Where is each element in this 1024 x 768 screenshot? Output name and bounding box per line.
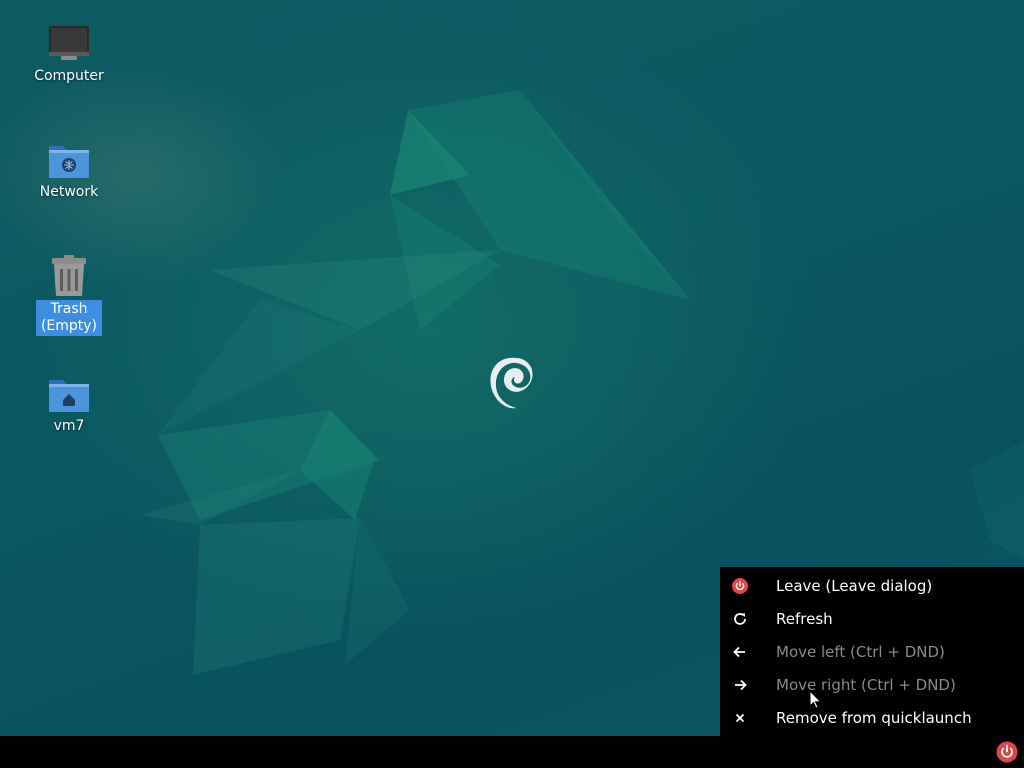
menu-item-label: Remove from quicklaunch [776, 708, 972, 727]
quicklaunch-context-menu: Leave (Leave dialog) Refresh Move left (… [720, 567, 1024, 736]
menu-item-move-left[interactable]: Move left (Ctrl + DND) [720, 635, 1024, 668]
refresh-icon [732, 611, 748, 627]
desktop-icon-network[interactable]: Network [24, 138, 114, 201]
menu-item-refresh[interactable]: Refresh [720, 602, 1024, 635]
desktop-icon-label: vm7 [53, 418, 85, 434]
menu-item-move-right[interactable]: Move right (Ctrl + DND) [720, 668, 1024, 701]
close-icon [732, 710, 748, 726]
network-folder-icon [47, 138, 91, 182]
power-icon [996, 741, 1018, 763]
menu-item-leave[interactable]: Leave (Leave dialog) [720, 569, 1024, 602]
desktop-icon-trash[interactable]: Trash (Empty) [34, 254, 104, 336]
menu-item-label: Move left (Ctrl + DND) [776, 642, 945, 661]
desktop-icon-label: Network [39, 184, 99, 200]
quicklaunch-power-button[interactable] [996, 741, 1018, 763]
desktop-icon-label: Trash (Empty) [36, 300, 102, 336]
arrow-right-icon [732, 677, 748, 693]
menu-item-label: Move right (Ctrl + DND) [776, 675, 956, 694]
bottom-panel [0, 736, 1024, 768]
arrow-left-icon [732, 644, 748, 660]
computer-icon [47, 22, 91, 66]
trash-icon [47, 254, 91, 298]
desktop-icon-label: Computer [34, 68, 104, 84]
desktop-icon-home[interactable]: vm7 [24, 372, 114, 435]
menu-item-remove-from-quicklaunch[interactable]: Remove from quicklaunch [720, 701, 1024, 734]
power-icon [732, 577, 748, 594]
menu-item-label: Refresh [776, 609, 833, 628]
menu-item-label: Leave (Leave dialog) [776, 576, 933, 595]
home-folder-icon [47, 372, 91, 416]
desktop-icon-computer[interactable]: Computer [24, 22, 114, 85]
mouse-cursor-icon [809, 689, 822, 710]
debian-swirl-logo [490, 357, 533, 409]
